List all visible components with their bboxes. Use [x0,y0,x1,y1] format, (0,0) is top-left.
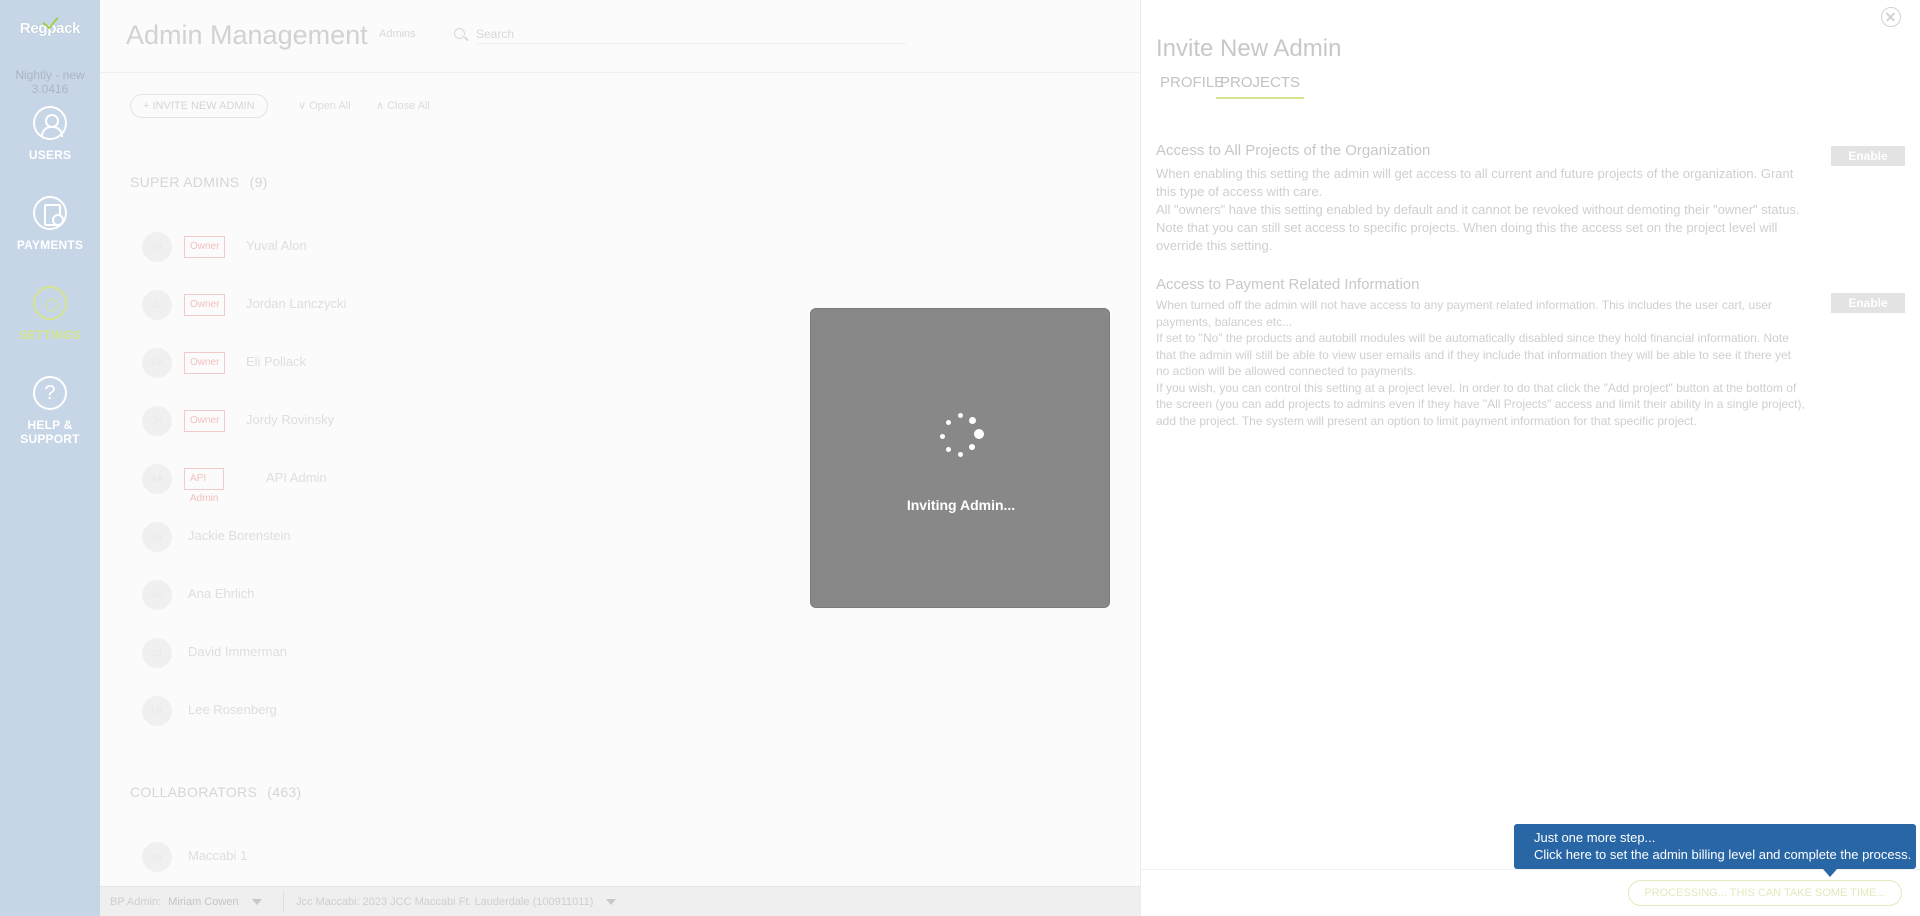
section-title-text: COLLABORATORS [130,784,258,800]
avatar: DI [142,638,172,668]
section-title-text: SUPER ADMINS [130,174,240,190]
admin-name: Eli Pollack [246,354,306,369]
avatar: YA [142,232,172,262]
admin-name: Jordy Rovinsky [246,412,335,427]
api-admin-badge: API Admin [184,468,225,504]
owner-badge: Owner [184,236,226,258]
tooltip-line: Just one more step... [1534,830,1656,845]
search-icon [454,28,465,39]
admin-name: Lee Rosenberg [188,702,277,717]
spinner-icon [936,412,986,462]
version-line2: 3.0416 [31,82,69,96]
enable-all-projects-button[interactable]: Enable [1831,146,1905,166]
avatar: EP [142,348,172,378]
super-admins-section-title[interactable]: SUPER ADMINS (9) [130,174,268,190]
sidebar-item-users[interactable]: USERS [0,106,100,162]
admin-name: Jackie Borenstein [188,528,291,543]
admin-prefix: BP Admin: [110,896,162,908]
sidebar-item-label: HELP & [27,418,73,432]
loading-text: Inviting Admin... [906,497,1016,513]
invite-admin-panel: Invite New Admin PROFILE PROJECTS Access… [1140,0,1920,916]
sidebar-item-label: USERS [28,148,72,162]
search-input[interactable] [476,24,906,44]
close-icon[interactable] [1881,7,1901,27]
sidebar-item-help[interactable]: ? HELP & SUPPORT [0,376,100,446]
loading-modal: Inviting Admin... [810,308,1110,608]
setting-paragraph: All "owners" have this setting enabled b… [1156,202,1800,253]
tooltip-arrow [1823,869,1837,877]
avatar: M1 [142,842,172,872]
avatar: JR [142,406,172,436]
avatar: LR [142,696,172,726]
owner-badge: Owner [184,352,226,374]
tab-profile[interactable]: PROFILE [1160,74,1224,97]
processing-button[interactable]: PROCESSING... THIS CAN TAKE SOME TIME... [1628,880,1902,906]
billing-level-tooltip[interactable]: Just one more step... Click here to set … [1514,824,1916,869]
version-label: Nightly - new 3.0416 [0,68,100,96]
setting-description: When turned off the admin will not have … [1156,297,1806,429]
admin-name: Ana Ehrlich [188,586,255,601]
payments-icon [33,196,67,230]
avatar: AE [142,580,172,610]
open-all-link[interactable]: ∨ Open All [298,99,351,112]
users-icon [33,106,67,140]
admin-name: Maccabi 1 [188,848,248,863]
setting-title: Access to All Projects of the Organizati… [1156,142,1431,159]
collaborators-section-title[interactable]: COLLABORATORS (463) [130,784,301,800]
tab-projects[interactable]: PROJECTS [1216,74,1305,99]
divider [100,72,1140,73]
divider [283,891,284,913]
sidebar-item-settings[interactable]: SETTINGS [0,286,100,342]
divider [1141,869,1920,870]
page-title: Admin Management [126,20,368,50]
owner-badge: Owner [184,410,226,432]
close-all-link[interactable]: ∧ Close All [376,99,430,112]
avatar: JB [142,522,172,552]
settings-icon [33,286,67,320]
bottom-status-bar: BP Admin: Miriam Cowen Jcc Maccabi: 2023… [100,886,1140,916]
admin-switcher[interactable]: BP Admin: Miriam Cowen [110,896,262,908]
admins-dropdown[interactable]: Admins [379,28,416,40]
setting-paragraph: If you wish, you can control this settin… [1156,380,1805,428]
owner-badge: Owner [184,294,226,316]
setting-paragraph: When turned off the admin will not have … [1156,298,1772,329]
invite-new-admin-button[interactable]: + INVITE NEW ADMIN [130,94,268,118]
section-count: (9) [249,174,268,190]
regpack-logo[interactable]: Regpack [0,12,100,37]
setting-paragraph: When enabling this setting the admin wil… [1156,166,1794,199]
project-name: Jcc Maccabi: 2023 JCC Maccabi Ft. Lauder… [296,896,594,908]
caret-down-icon [251,899,262,906]
section-count: (463) [267,784,302,800]
caret-down-icon [606,899,617,906]
enable-payment-info-button[interactable]: Enable [1831,293,1905,313]
sidebar: Regpack Nightly - new 3.0416 USERS PAYME… [0,0,100,916]
panel-title: Invite New Admin [1156,35,1342,62]
help-icon: ? [33,376,67,410]
setting-description: When enabling this setting the admin wil… [1156,165,1806,255]
admin-name: Jordan Lanczycki [246,296,347,311]
avatar: AA [142,464,172,494]
sidebar-item-payments[interactable]: PAYMENTS [0,196,100,252]
admin-name: David Immerman [188,644,287,659]
project-switcher[interactable]: Jcc Maccabi: 2023 JCC Maccabi Ft. Lauder… [296,896,617,908]
admin-name: Miriam Cowen [168,896,239,908]
sidebar-item-label: SUPPORT [20,432,80,446]
version-line1: Nightly - new [15,68,85,82]
setting-paragraph: If set to "No" the products and autobill… [1156,331,1791,378]
sidebar-item-label: PAYMENTS [16,238,84,252]
admin-name: API Admin [266,470,327,485]
setting-title: Access to Payment Related Information [1156,276,1420,293]
sidebar-item-label: SETTINGS [19,328,81,342]
tooltip-line: Click here to set the admin billing leve… [1534,847,1912,862]
admin-name: Yuval Alon [246,238,307,253]
avatar: JL [142,290,172,320]
